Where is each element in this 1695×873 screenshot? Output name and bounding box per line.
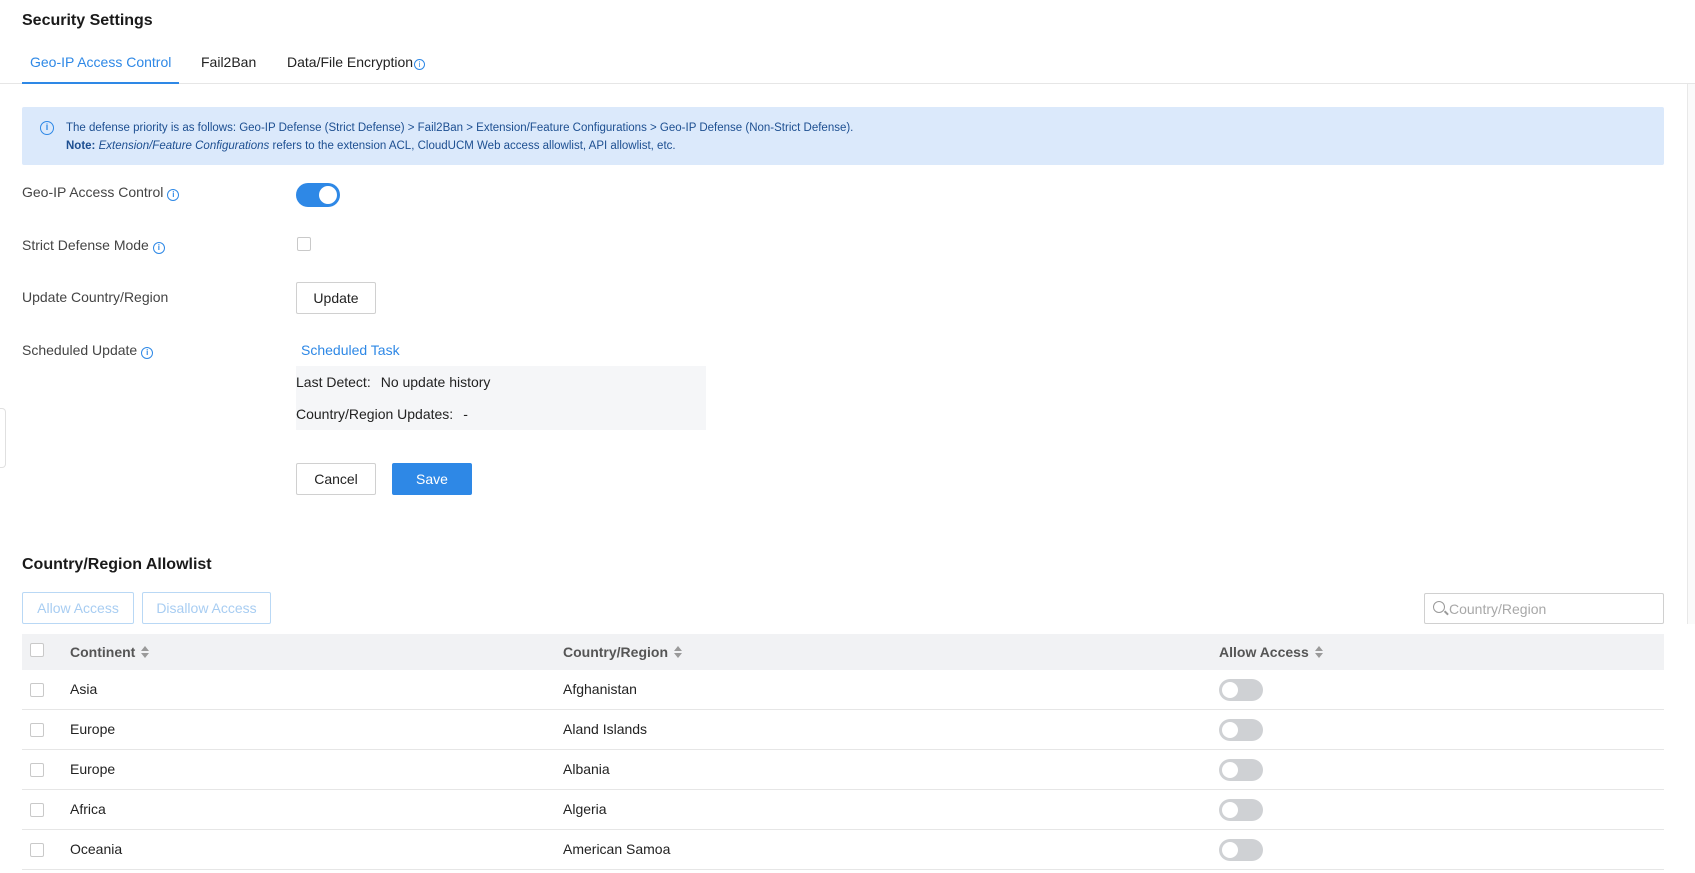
- country-header-label: Country/Region: [563, 644, 668, 660]
- scheduled-task-link[interactable]: Scheduled Task: [301, 342, 400, 358]
- allow-access-toggle[interactable]: [1219, 839, 1263, 861]
- table-row: Oceania American Samoa: [22, 830, 1664, 870]
- update-country-region-label: Update Country/Region: [22, 289, 169, 305]
- toggle-knob: [319, 186, 337, 204]
- save-button[interactable]: Save: [392, 463, 472, 495]
- info-icon[interactable]: i: [167, 189, 180, 201]
- geo-ip-access-control-toggle[interactable]: [296, 183, 340, 207]
- last-detect-row: Last Detect: No update history: [296, 374, 490, 390]
- info-icon[interactable]: i: [414, 59, 426, 70]
- table-row: Europe Aland Islands: [22, 710, 1664, 750]
- scheduled-label-text: Scheduled Update: [22, 342, 138, 358]
- info-icon: i: [40, 121, 54, 135]
- sort-icon[interactable]: [141, 646, 150, 658]
- update-button[interactable]: Update: [296, 282, 376, 314]
- allow-access-toggle[interactable]: [1219, 759, 1263, 781]
- country-cell: Algeria: [563, 801, 607, 817]
- row-checkbox[interactable]: [30, 843, 44, 857]
- allow-access-toggle[interactable]: [1219, 719, 1263, 741]
- continent-header-label: Continent: [70, 644, 136, 660]
- last-detect-label: Last Detect:: [296, 374, 371, 390]
- toggle-knob: [1222, 802, 1238, 818]
- last-detect-value: No update history: [380, 374, 491, 390]
- sort-icon[interactable]: [674, 646, 682, 658]
- disallow-access-button[interactable]: Disallow Access: [142, 592, 271, 624]
- scrollbar[interactable]: [1687, 84, 1695, 624]
- tab-data-file-encryption[interactable]: Data/File Encryption i: [287, 54, 426, 84]
- toggle-knob: [1222, 842, 1238, 858]
- country-region-search[interactable]: [1424, 593, 1664, 624]
- column-header-country[interactable]: Country/Region: [563, 644, 682, 660]
- sort-icon[interactable]: [1314, 646, 1323, 658]
- row-checkbox[interactable]: [30, 803, 44, 817]
- notice-line-1: The defense priority is as follows: Geo-…: [66, 122, 854, 134]
- continent-cell: Europe: [70, 761, 116, 777]
- strict-defense-mode-label: Strict Defense Mode i: [22, 237, 165, 254]
- strict-defense-mode-checkbox[interactable]: [297, 237, 311, 251]
- table-row: Asia Afghanistan: [22, 670, 1664, 710]
- tab-geo-ip-access-control[interactable]: Geo-IP Access Control: [22, 54, 180, 84]
- allow-header-label: Allow Access: [1219, 644, 1309, 660]
- country-cell: Afghanistan: [563, 681, 637, 697]
- country-cell: Aland Islands: [563, 721, 648, 737]
- column-header-allow-access[interactable]: Allow Access: [1219, 644, 1323, 660]
- continent-cell: Europe: [70, 721, 116, 737]
- scheduled-update-label: Scheduled Update i: [22, 342, 154, 359]
- search-input[interactable]: [1449, 594, 1659, 623]
- select-all-checkbox[interactable]: [30, 643, 44, 657]
- geo-ip-label-text: Geo-IP Access Control: [22, 184, 164, 200]
- tab-fail2ban[interactable]: Fail2Ban: [201, 54, 256, 84]
- country-cell: Albania: [563, 761, 610, 777]
- tab-bar: Geo-IP Access Control Fail2Ban Data/File…: [0, 44, 1695, 84]
- continent-cell: Oceania: [70, 841, 123, 857]
- column-header-continent[interactable]: Continent: [70, 644, 150, 660]
- toggle-knob: [1222, 722, 1238, 738]
- info-icon[interactable]: i: [152, 242, 165, 254]
- toggle-knob: [1222, 762, 1238, 778]
- defense-priority-notice: i The defense priority is as follows: Ge…: [22, 107, 1664, 165]
- continent-cell: Asia: [70, 681, 98, 697]
- cancel-button[interactable]: Cancel: [296, 463, 376, 495]
- continent-cell: Africa: [70, 801, 106, 817]
- note-label: Note:: [66, 140, 96, 152]
- allow-access-button[interactable]: Allow Access: [22, 592, 134, 624]
- table-row: Europe Albania: [22, 750, 1664, 790]
- notice-line-2: Note: Extension/Feature Configurations r…: [66, 137, 1664, 155]
- info-icon[interactable]: i: [141, 347, 154, 359]
- update-status-panel: Last Detect: No update history Country/Re…: [296, 366, 706, 430]
- updates-value: -: [463, 406, 468, 422]
- search-icon: [1433, 601, 1445, 613]
- geo-ip-access-control-label: Geo-IP Access Control i: [22, 184, 180, 201]
- note-term: Extension/Feature Configurations: [98, 140, 270, 152]
- tab-data-file-encryption-label: Data/File Encryption: [287, 54, 414, 70]
- toggle-knob: [1222, 682, 1238, 698]
- row-checkbox[interactable]: [30, 683, 44, 697]
- table-row: Africa Algeria: [22, 790, 1664, 830]
- country-cell: American Samoa: [563, 841, 671, 857]
- country-region-updates-row: Country/Region Updates: -: [296, 406, 468, 422]
- note-rest: refers to the extension ACL, CloudUCM We…: [272, 140, 676, 152]
- table-header: Continent Country/Region Allow Access: [22, 634, 1664, 670]
- row-checkbox[interactable]: [30, 723, 44, 737]
- sidebar-collapse-handle[interactable]: [0, 408, 6, 468]
- updates-label: Country/Region Updates:: [296, 406, 454, 422]
- row-checkbox[interactable]: [30, 763, 44, 777]
- allowlist-title: Country/Region Allowlist: [22, 556, 212, 573]
- page-title: Security Settings: [22, 12, 153, 29]
- allow-access-toggle[interactable]: [1219, 679, 1263, 701]
- strict-label-text: Strict Defense Mode: [22, 237, 149, 253]
- allow-access-toggle[interactable]: [1219, 799, 1263, 821]
